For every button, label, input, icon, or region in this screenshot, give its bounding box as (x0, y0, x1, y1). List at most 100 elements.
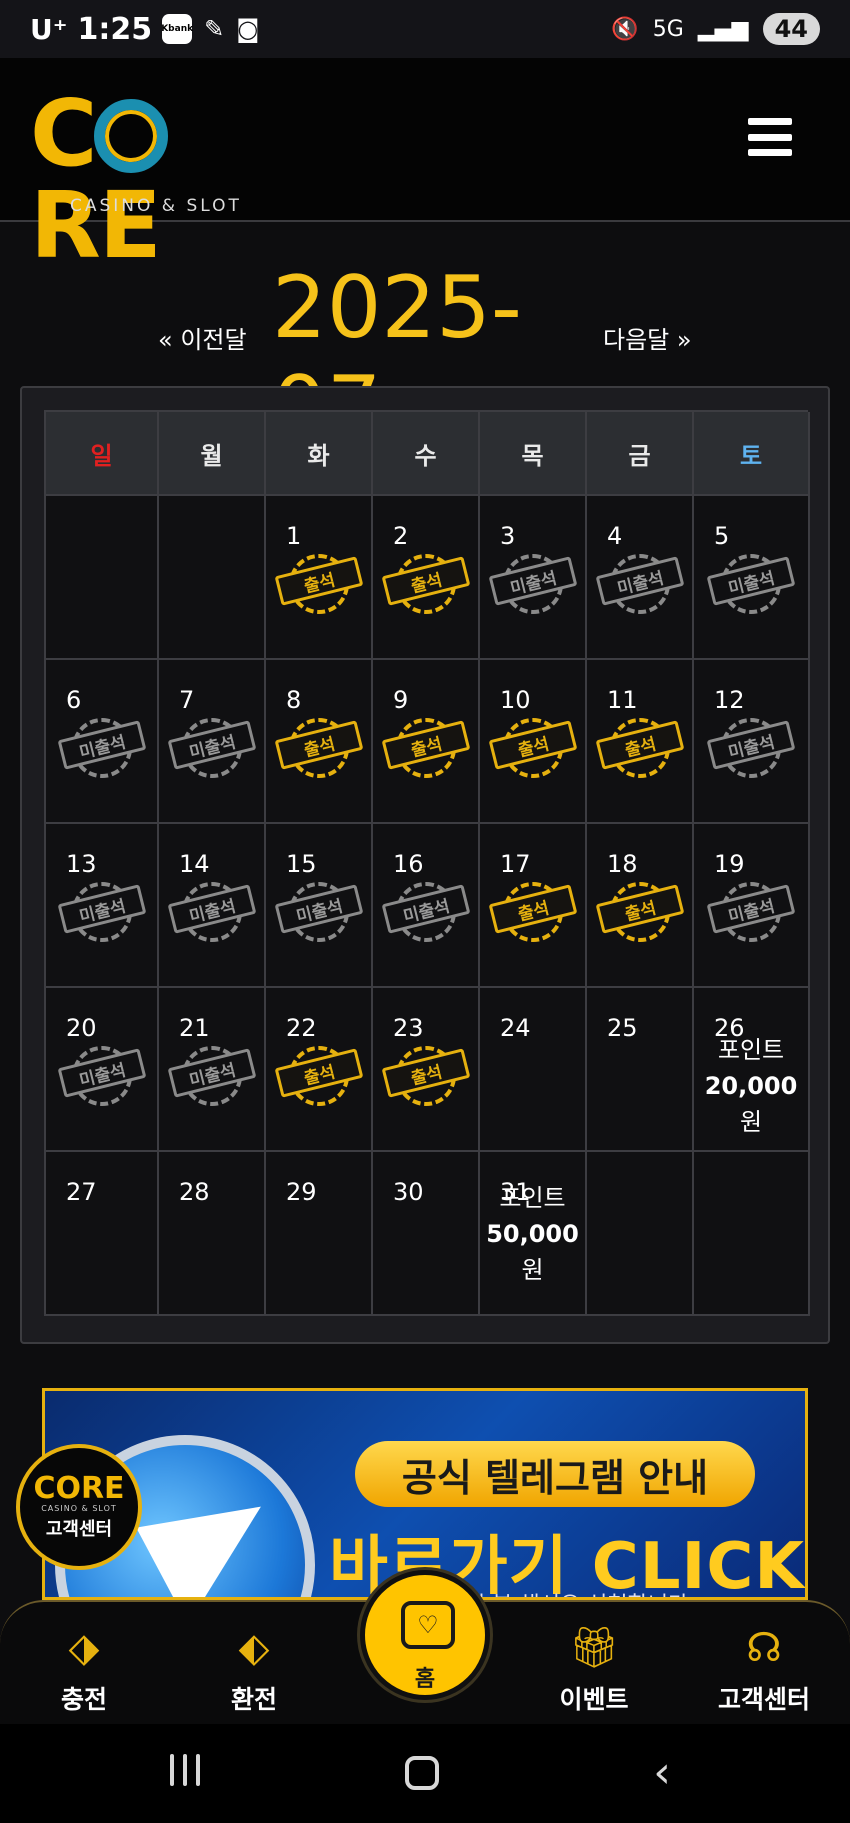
day-number: 13 (66, 850, 97, 878)
missed-stamp-icon: 미출석 (706, 548, 796, 620)
banner-caption: 인 분 해서요 신청합니다 (465, 1587, 688, 1597)
prev-month-link[interactable]: « 이전달 (158, 320, 247, 355)
reward-unit: 원 (521, 1256, 544, 1284)
day-number: 7 (179, 686, 195, 714)
calendar-day-20: 20 미출석 (46, 988, 159, 1152)
attended-stamp-icon: 출석 (274, 548, 363, 620)
missed-stamp-icon: 미출석 (57, 876, 146, 948)
day-number: 21 (179, 1014, 210, 1042)
calendar-day-17: 17 출석 (480, 824, 587, 988)
nav-support-label: 고객센터 (717, 1685, 810, 1714)
month-navigation: « 이전달 2025-07 다음달 » (0, 258, 850, 458)
day-number: 23 (393, 1014, 424, 1042)
missed-stamp-icon: 미출석 (274, 876, 363, 948)
status-time: 1:25 (77, 11, 153, 47)
day-number: 25 (607, 1014, 638, 1042)
day-number: 24 (500, 1014, 531, 1042)
calendar-day-24: 24 (480, 988, 587, 1152)
banner-pill-text: 공식 텔레그램 안내 (355, 1441, 755, 1507)
day-number: 27 (66, 1178, 97, 1206)
calendar-day-16: 16 미출석 (373, 824, 480, 988)
calendar-day-27: 27 (46, 1152, 159, 1316)
nav-withdraw[interactable]: ⬖ 환전 (194, 1622, 314, 1716)
calendar-day-31: 31 포인트 50,000 원 (480, 1152, 587, 1316)
customer-center-floating-button[interactable]: CORE CASINO & SLOT 고객센터 (16, 1444, 142, 1570)
weekday-header-fri: 금 (587, 412, 694, 496)
day-number: 20 (66, 1014, 97, 1042)
logo-subtitle: CASINO & SLOT (70, 196, 242, 216)
hamburger-menu-icon[interactable] (748, 118, 792, 156)
weekday-header-wed: 수 (373, 412, 480, 496)
calendar-day-21: 21 미출석 (159, 988, 266, 1152)
notification-icon: ✎ (204, 15, 225, 43)
reward-unit-line: 원 (480, 1252, 585, 1288)
day-number: 30 (393, 1178, 424, 1206)
calendar-day-26: 26 포인트 20,000 원 (694, 988, 810, 1152)
weekday-header-sun: 일 (46, 412, 159, 496)
missed-stamp-icon: 미출석 (706, 876, 796, 948)
calendar-day-8: 8 출석 (266, 660, 373, 824)
cs-badge-label: 고객센터 (45, 1518, 113, 1540)
missed-stamp-icon: 미출석 (167, 1040, 256, 1112)
missed-stamp-icon: 미출석 (57, 712, 146, 784)
attended-stamp-icon: 출석 (381, 712, 470, 784)
nav-support[interactable]: ☊ 고객센터 (704, 1622, 824, 1716)
core-logo[interactable]: CRE CASINO & SLOT (30, 88, 290, 272)
signal-icon: ▂▄▆ (697, 16, 749, 42)
calendar-day-empty (46, 496, 159, 660)
calendar-day-10: 10 출석 (480, 660, 587, 824)
attended-stamp-icon: 출석 (595, 876, 684, 948)
day-number: 14 (179, 850, 210, 878)
calendar-day-28: 28 (159, 1152, 266, 1316)
missed-stamp-icon: 미출석 (167, 876, 256, 948)
calendar-day-11: 11 출석 (587, 660, 694, 824)
reward-title: 포인트 (499, 1184, 566, 1212)
calendar-day-4: 4 미출석 (587, 496, 694, 660)
calendar-day-19: 19 미출석 (694, 824, 810, 988)
calendar-day-25: 25 (587, 988, 694, 1152)
calendar-day-30: 30 (373, 1152, 480, 1316)
calendar-day-1: 1 출석 (266, 496, 373, 660)
calendar-day-14: 14 미출석 (159, 824, 266, 988)
home-heart-icon: ♡ (401, 1601, 455, 1649)
nav-withdraw-label: 환전 (230, 1685, 277, 1714)
day-number: 17 (500, 850, 531, 878)
app-screen: U⁺ 1:25 Kbank ✎ ◙ 🔇 5G ▂▄▆ 44 CRE CASINO… (0, 0, 850, 1823)
attended-stamp-icon: 출석 (381, 1040, 470, 1112)
calendar-day-empty (694, 1152, 810, 1316)
missed-stamp-icon: 미출석 (381, 876, 470, 948)
day-number: 15 (286, 850, 317, 878)
attended-stamp-icon: 출석 (595, 712, 684, 784)
calendar-day-23: 23 출석 (373, 988, 480, 1152)
next-month-link[interactable]: 다음달 » (603, 320, 692, 355)
attendance-calendar: 일 월 화 수 목 금 토 1 출석 2 출석 3 미출석 4 미출석 5 미출석 6 미출석 7 미출석… (20, 386, 830, 1344)
nav-deposit-label: 충전 (60, 1685, 107, 1714)
reward-amount-line: 20,000 원 (694, 1068, 808, 1140)
day-number: 5 (714, 522, 730, 550)
missed-stamp-icon: 미출석 (488, 548, 577, 620)
telegram-banner[interactable]: 공식 텔레그램 안내 바로가기 CLICK 인 분 해서요 신청합니다 (42, 1388, 808, 1600)
weekday-header-sat: 토 (694, 412, 810, 496)
system-home-icon[interactable] (392, 1754, 452, 1794)
nav-deposit[interactable]: ⬗ 충전 (24, 1622, 144, 1716)
back-icon[interactable]: ‹ (632, 1751, 692, 1795)
status-right: 🔇 5G ▂▄▆ 44 (611, 0, 820, 58)
nav-home-button[interactable]: ♡ 홈 (360, 1570, 490, 1700)
calendar-day-13: 13 미출석 (46, 824, 159, 988)
attended-stamp-icon: 출석 (381, 548, 470, 620)
day-number: 3 (500, 522, 516, 550)
missed-stamp-icon: 미출석 (706, 712, 796, 784)
reward-title: 포인트 (717, 1036, 785, 1064)
system-navigation-bar: ‹ (0, 1724, 850, 1823)
battery-indicator: 44 (762, 13, 820, 45)
weekday-header-thu: 목 (480, 412, 587, 496)
reward-amount: 50,000 (486, 1220, 579, 1248)
nav-event[interactable]: 🎁︎ 이벤트 (534, 1622, 654, 1716)
recent-apps-icon[interactable] (155, 1754, 215, 1794)
network-badge: 5G (652, 16, 684, 42)
day-number: 22 (286, 1014, 317, 1042)
day-number: 6 (66, 686, 82, 714)
day-number: 18 (607, 850, 638, 878)
withdraw-icon: ⬖ (238, 1625, 270, 1671)
calendar-grid: 일 월 화 수 목 금 토 1 출석 2 출석 3 미출석 4 미출석 5 미출석 6 미출석 7 미출석… (44, 410, 810, 1316)
